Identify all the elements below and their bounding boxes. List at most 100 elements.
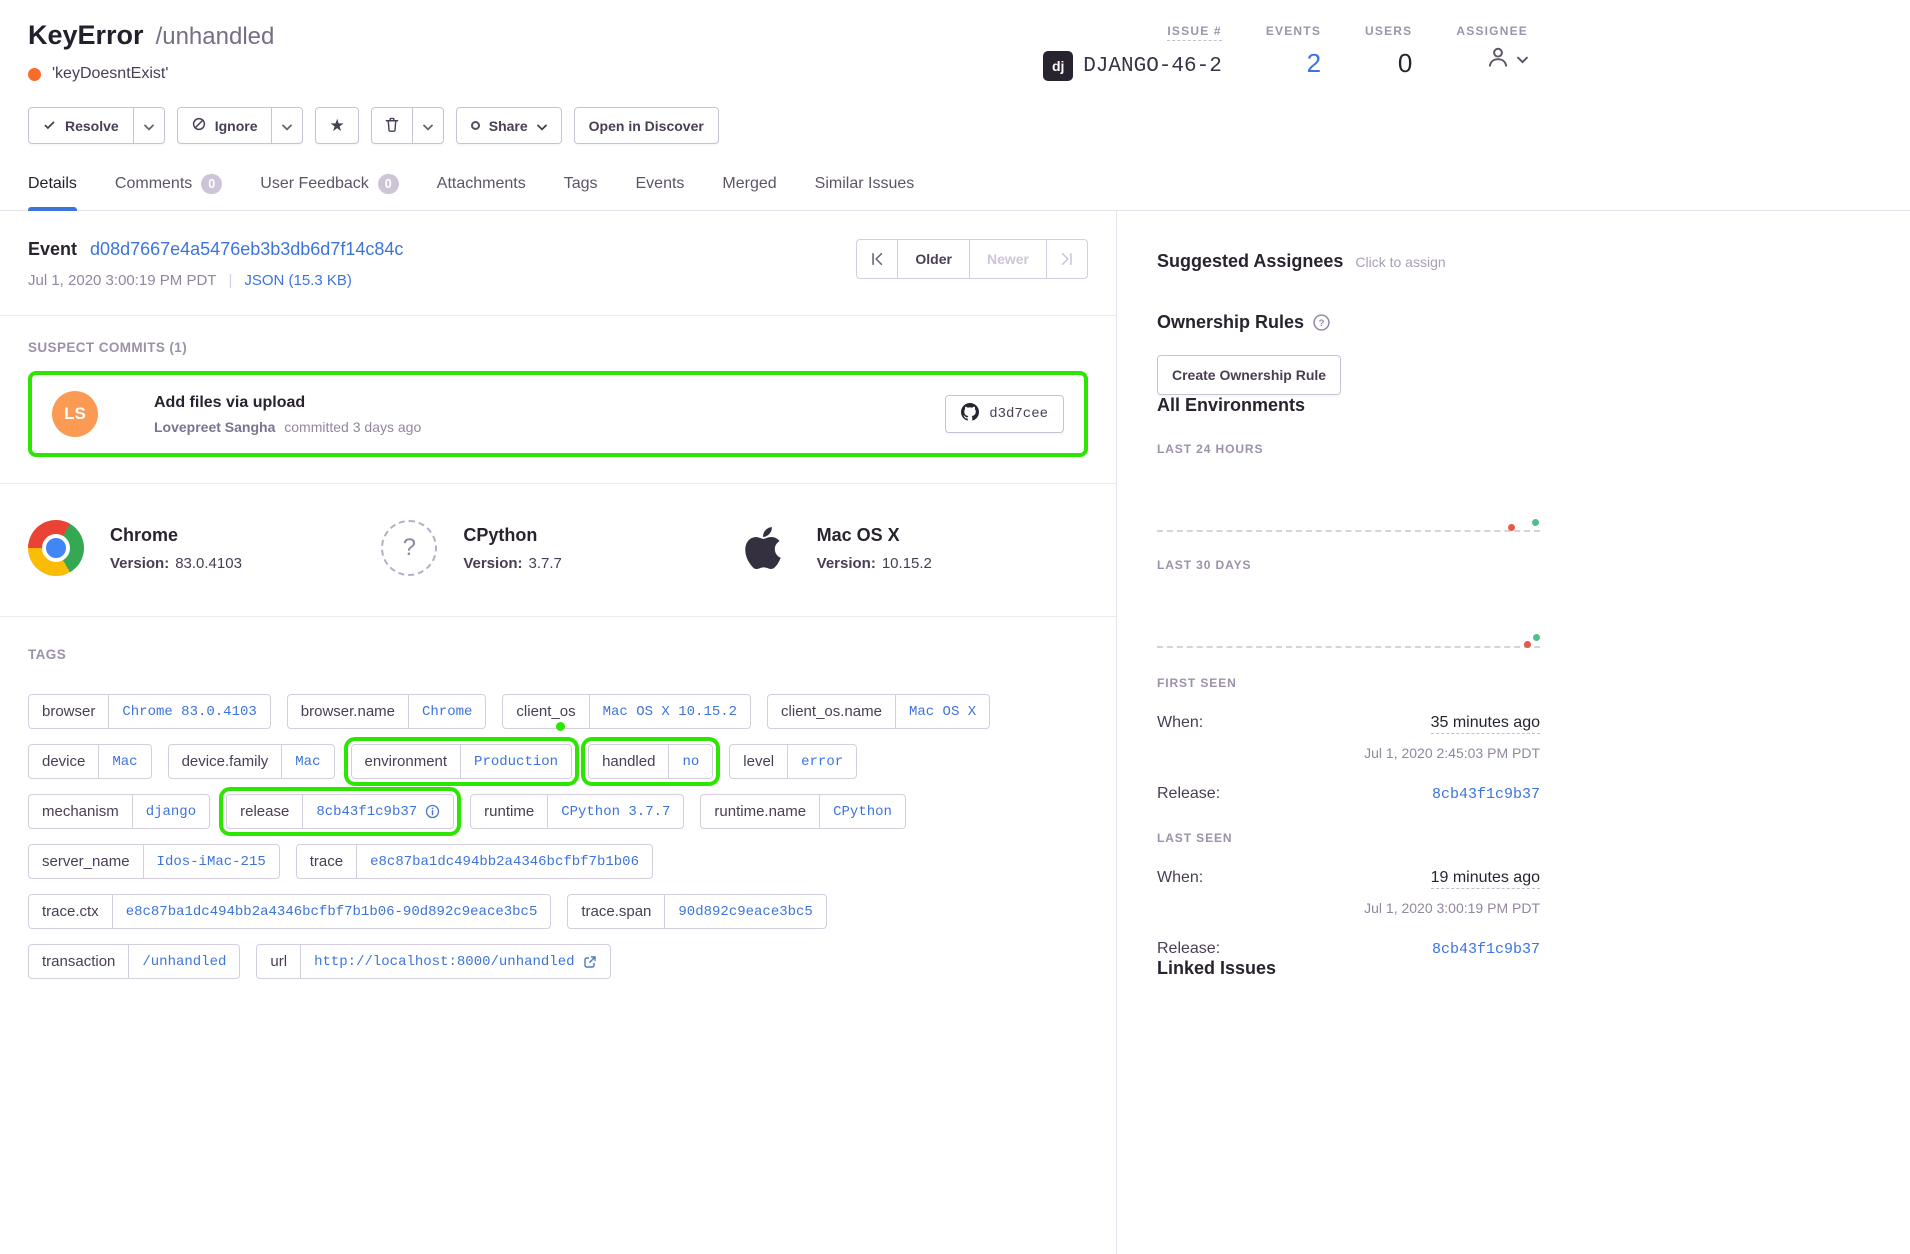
skip-to-last-button <box>1046 239 1088 279</box>
commit-sha: d3d7cee <box>989 406 1048 422</box>
tag-value-link[interactable]: CPython 3.7.7 <box>547 795 683 828</box>
tag-value-link[interactable]: Mac <box>98 745 150 778</box>
release-label: Release: <box>1157 940 1220 958</box>
event-header-section: Event d08d7667e4a5476eb3b3db6d7f14c84c J… <box>0 211 1116 316</box>
tag-value: CPython 3.7.7 <box>561 804 670 820</box>
event-details-column: Event d08d7667e4a5476eb3b3db6d7f14c84c J… <box>0 211 1117 1254</box>
tag-key: device <box>29 745 98 778</box>
tag-key: client_os <box>503 695 588 728</box>
tag-value-link[interactable]: Mac <box>281 745 333 778</box>
trash-icon <box>385 117 399 135</box>
chevron-down-icon <box>144 118 154 134</box>
help-icon[interactable]: ? <box>1313 314 1330 331</box>
tag-value-link[interactable]: e8c87ba1dc494bb2a4346bcfbf7b1b06-90d892c… <box>112 895 551 928</box>
tag-value-link[interactable]: e8c87ba1dc494bb2a4346bcfbf7b1b06 <box>356 845 652 878</box>
tag-value: Mac <box>295 754 320 770</box>
tag-value-link[interactable]: 8cb43f1c9b37 <box>302 795 453 828</box>
commit-author-name: Lovepreet Sangha <box>154 419 275 435</box>
unknown-runtime-icon: ? <box>381 520 437 576</box>
tab[interactable]: User Feedback 0 <box>260 174 399 210</box>
delete-button[interactable] <box>371 107 413 144</box>
runtime-name: CPython <box>463 525 562 546</box>
issue-culprit: /unhandled <box>156 23 275 51</box>
event-contexts-section: Chrome Version:83.0.4103 ? CPython Versi… <box>0 484 1116 617</box>
chrome-icon <box>28 520 84 576</box>
users-label: USERS <box>1365 24 1412 38</box>
tag-value-link[interactable]: Chrome <box>408 695 485 728</box>
tab[interactable]: Details <box>28 174 77 210</box>
skip-to-first-button[interactable] <box>856 239 898 279</box>
tag-key: environment <box>352 745 461 778</box>
tag-value-link[interactable]: Mac OS X <box>895 695 989 728</box>
tag-value-link[interactable]: Chrome 83.0.4103 <box>108 695 269 728</box>
last-24-hours-sparkline <box>1157 456 1540 532</box>
resolve-dropdown-button[interactable] <box>133 107 165 144</box>
users-count-link[interactable]: 0 <box>1398 48 1412 78</box>
event-id-link[interactable]: d08d7667e4a5476eb3b3db6d7f14c84c <box>90 239 403 259</box>
chevron-down-icon <box>423 118 433 134</box>
tab[interactable]: Similar Issues <box>815 174 915 210</box>
tag-key: runtime.name <box>701 795 819 828</box>
events-count-link[interactable]: 2 <box>1307 48 1321 78</box>
commit-sha-button[interactable]: d3d7cee <box>945 395 1064 433</box>
tag-value-link[interactable]: Mac OS X 10.15.2 <box>589 695 750 728</box>
tab[interactable]: Attachments <box>437 174 526 210</box>
suspect-commits-section: SUSPECT COMMITS (1) LS Add files via upl… <box>0 316 1116 484</box>
error-level-dot <box>28 68 41 81</box>
version-label: Version: <box>463 555 522 572</box>
open-in-discover-button[interactable]: Open in Discover <box>574 107 719 144</box>
tag-value: CPython <box>833 804 892 820</box>
tab[interactable]: Events <box>636 174 685 210</box>
tag-value-link[interactable]: error <box>787 745 856 778</box>
tag-key: trace <box>297 845 356 878</box>
event-json-link[interactable]: JSON (15.3 KB) <box>244 272 352 289</box>
tag-value-link[interactable]: django <box>132 795 209 828</box>
tag-value-link[interactable]: Production <box>460 745 571 778</box>
tag-pill: mechanism django <box>28 794 210 829</box>
ignore-button[interactable]: Ignore <box>177 107 273 144</box>
tab[interactable]: Merged <box>722 174 776 210</box>
tag-key: trace.ctx <box>29 895 112 928</box>
tag-pill: level error <box>729 744 857 779</box>
commit-author-avatar: LS <box>52 391 98 437</box>
tag-value-link[interactable]: no <box>668 745 712 778</box>
version-label: Version: <box>817 555 876 572</box>
older-event-button[interactable]: Older <box>897 239 970 279</box>
tag-pill: runtime CPython 3.7.7 <box>470 794 684 829</box>
tag-pill: server_name Idos-iMac-215 <box>28 844 280 879</box>
tab-count-badge: 0 <box>201 174 222 194</box>
bookmark-star-button[interactable]: ★ <box>315 107 358 144</box>
tag-value-link[interactable]: http://localhost:8000/unhandled <box>300 945 609 978</box>
release-marker-green <box>1533 634 1540 641</box>
external-link-icon[interactable] <box>583 955 597 969</box>
resolve-button[interactable]: Resolve <box>28 107 134 144</box>
tag-key: level <box>730 745 787 778</box>
tag-pill: device.family Mac <box>168 744 335 779</box>
tag-value-link[interactable]: Idos-iMac-215 <box>143 845 279 878</box>
tag-key: browser.name <box>288 695 408 728</box>
tab-label: Tags <box>564 175 598 193</box>
tag-value: 90d892c9eace3bc5 <box>678 904 812 920</box>
tag-key: runtime <box>471 795 547 828</box>
tag-value-link[interactable]: /unhandled <box>128 945 239 978</box>
browser-name: Chrome <box>110 525 242 546</box>
tab[interactable]: Tags <box>564 174 598 210</box>
suspect-commit-row-highlighted: LS Add files via upload Lovepreet Sangha… <box>28 371 1088 457</box>
info-icon[interactable] <box>425 804 440 819</box>
tag-pill: release 8cb43f1c9b37 <box>226 794 454 829</box>
assignee-dropdown[interactable] <box>1485 44 1528 75</box>
ignore-dropdown-button[interactable] <box>271 107 303 144</box>
last-seen-release-link[interactable]: 8cb43f1c9b37 <box>1432 941 1540 958</box>
tag-value: Production <box>474 754 558 770</box>
first-seen-release-link[interactable]: 8cb43f1c9b37 <box>1432 786 1540 803</box>
tab[interactable]: Comments 0 <box>115 174 222 210</box>
issue-sidebar: Suggested Assignees Click to assign Owne… <box>1117 211 1548 1254</box>
project-badge-icon: dj <box>1043 51 1073 81</box>
commit-title: Add files via upload <box>154 394 421 412</box>
tag-value-link[interactable]: CPython <box>819 795 905 828</box>
delete-dropdown-button[interactable] <box>412 107 444 144</box>
tag-value-link[interactable]: 90d892c9eace3bc5 <box>664 895 825 928</box>
create-ownership-rule-button[interactable]: Create Ownership Rule <box>1157 355 1341 395</box>
share-button[interactable]: Share <box>456 107 562 144</box>
star-icon: ★ <box>329 117 344 134</box>
